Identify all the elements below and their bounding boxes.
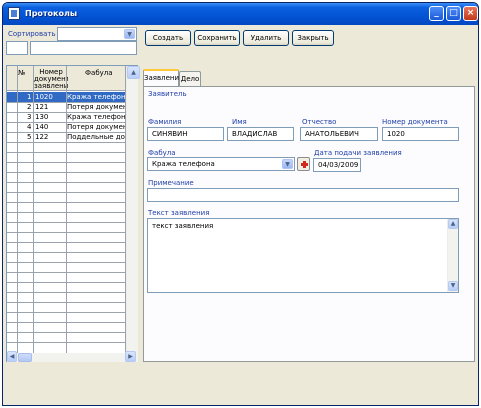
row-doc: 122: [35, 133, 49, 141]
grid-line: [7, 252, 125, 253]
row-num: 2: [27, 103, 32, 111]
maximize-button[interactable]: □: [446, 6, 461, 21]
grid-line: [7, 162, 125, 163]
grid-line: [7, 132, 125, 133]
note-field[interactable]: [147, 188, 459, 202]
delete-button[interactable]: Удалить: [243, 30, 289, 46]
grid-line: [7, 332, 125, 333]
row-fabula: Поддельные докумен: [67, 133, 125, 141]
surname-field[interactable]: СИНЯВИН: [147, 127, 224, 141]
list-vertical-scrollbar[interactable]: ▲: [126, 66, 140, 353]
row-doc: 130: [35, 113, 49, 121]
row-doc: 1020: [35, 93, 53, 101]
grid-line: [7, 192, 125, 193]
row-fabula: Потеря документов: [67, 103, 125, 111]
docnum-label: Номер документа: [382, 118, 448, 126]
title-bar[interactable]: Протоколы _ □ ×: [3, 3, 478, 25]
list-horizontal-scrollbar[interactable]: ◀ ▶: [7, 351, 138, 362]
scroll-up-icon[interactable]: ▲: [448, 219, 458, 229]
row-num: 4: [27, 123, 32, 131]
header-fabula[interactable]: Фабула: [85, 69, 113, 77]
add-fabula-button[interactable]: [297, 157, 310, 171]
section-label: Заявитель: [148, 90, 187, 98]
grid-line: [7, 142, 125, 143]
grid-line: [7, 122, 125, 123]
grid-line: [7, 172, 125, 173]
grid-line: [7, 302, 125, 303]
statement-panel: Заявитель Фамилия СИНЯВИН Имя ВЛАДИСЛАВ …: [143, 86, 475, 362]
scroll-down-icon[interactable]: ▼: [448, 281, 458, 291]
grid-line: [7, 272, 125, 273]
grid-line: [7, 112, 125, 113]
grid-line: [7, 152, 125, 153]
row-num: 3: [27, 113, 32, 121]
chevron-down-icon[interactable]: ▼: [124, 29, 135, 39]
date-field[interactable]: 04/03/2009: [313, 158, 361, 172]
save-button[interactable]: Сохранить: [194, 30, 240, 46]
row-num: 1: [27, 93, 32, 101]
date-label: Дата подачи заявления: [314, 149, 402, 157]
app-icon: [8, 7, 20, 20]
filter-small-field[interactable]: [6, 41, 28, 55]
grid-line: [7, 312, 125, 313]
scroll-up-icon[interactable]: ▲: [127, 66, 140, 79]
grid-line: [7, 242, 125, 243]
chevron-down-icon[interactable]: ▼: [282, 159, 293, 169]
statement-text-area[interactable]: текст заявления ▲ ▼: [147, 218, 459, 293]
sort-combo[interactable]: ▼: [57, 27, 137, 41]
fabula-combo-value: Кража телефона: [152, 160, 215, 168]
grid-line: [7, 182, 125, 183]
app-window: Протоколы _ □ × Сортировать по ▼ Создать…: [2, 2, 479, 406]
close-window-button[interactable]: ×: [463, 6, 478, 21]
plus-icon-vertical: [303, 161, 306, 168]
header-docnum[interactable]: Номер документа заявления: [34, 69, 68, 91]
name-field[interactable]: ВЛАДИСЛАВ: [227, 127, 294, 141]
text-label: Текст заявления: [148, 209, 210, 217]
text-vertical-scrollbar[interactable]: ▲ ▼: [447, 219, 458, 292]
grid-line: [33, 66, 34, 353]
patronymic-label: Отчество: [302, 118, 337, 126]
grid-line: [7, 262, 125, 263]
scroll-thumb[interactable]: [18, 353, 32, 362]
row-fabula: Кража телефона: [67, 113, 125, 121]
patronymic-field[interactable]: АНАТОЛЬЕВИЧ: [300, 127, 378, 141]
tab-case[interactable]: Дело: [179, 71, 201, 87]
minimize-button[interactable]: _: [429, 6, 444, 21]
grid-line: [7, 292, 125, 293]
grid-line: [7, 212, 125, 213]
name-label: Имя: [232, 118, 247, 126]
row-doc: 140: [35, 123, 49, 131]
protocol-list[interactable]: № Номер документа заявления Фабула 1 102…: [6, 65, 140, 362]
grid-line: [7, 222, 125, 223]
grid-line: [17, 66, 18, 353]
filter-field[interactable]: [30, 41, 137, 55]
create-button[interactable]: Создать: [145, 30, 191, 46]
grid-line: [66, 66, 67, 353]
tab-statement[interactable]: Заявление: [143, 69, 183, 87]
window-title: Протоколы: [25, 9, 78, 18]
close-button[interactable]: Закрыть: [292, 30, 334, 46]
scroll-right-icon[interactable]: ▶: [125, 351, 136, 362]
grid-line: [7, 322, 125, 323]
row-fabula: Кража телефона: [67, 93, 125, 101]
row-doc: 121: [35, 103, 49, 111]
surname-label: Фамилия: [148, 118, 182, 126]
row-num: 5: [27, 133, 32, 141]
grid-line: [7, 232, 125, 233]
statement-text: текст заявления: [152, 222, 214, 230]
grid-line: [7, 342, 125, 343]
fabula-label: Фабула: [148, 149, 176, 157]
grid-line: [7, 282, 125, 283]
note-label: Примечание: [148, 179, 194, 187]
header-num[interactable]: №: [18, 69, 25, 77]
docnum-field[interactable]: 1020: [382, 127, 459, 141]
row-fabula: Потеря документов: [67, 123, 125, 131]
scroll-left-icon[interactable]: ◀: [7, 351, 17, 362]
grid-line: [7, 102, 125, 103]
fabula-combo[interactable]: Кража телефона ▼: [147, 157, 295, 171]
grid-line: [7, 202, 125, 203]
